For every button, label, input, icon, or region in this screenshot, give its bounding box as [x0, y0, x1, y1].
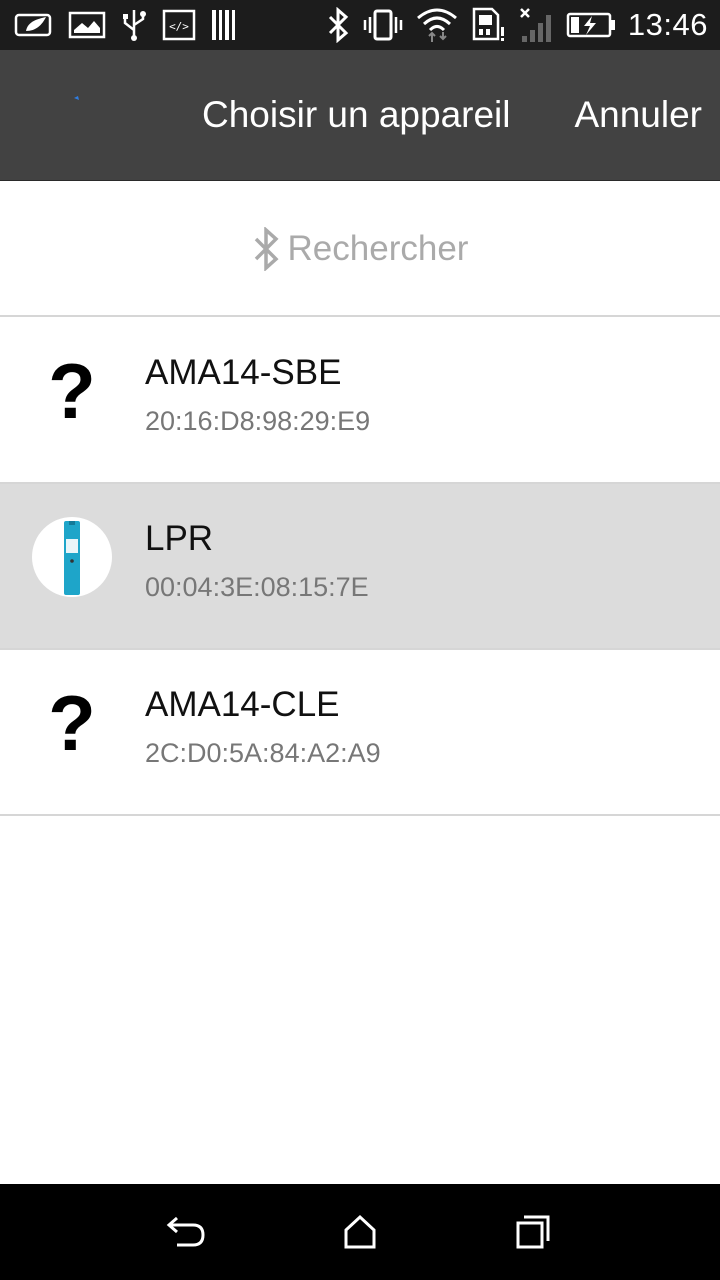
svg-text:</>: </> [169, 20, 189, 33]
recent-apps-button[interactable] [503, 1202, 563, 1262]
barcode-icon [210, 8, 240, 42]
battery-charging-icon [566, 11, 616, 39]
no-signal-icon [518, 6, 554, 44]
list-item-device[interactable]: ? AMA14-CLE 2C:D0:5A:84:A2:A9 [0, 650, 720, 816]
bluetooth-icon [252, 226, 280, 271]
device-mac-address: 2C:D0:5A:84:A2:A9 [145, 738, 381, 768]
wifi-icon [416, 6, 458, 44]
action-bar: Choisir un appareil Annuler [0, 50, 720, 181]
search-button[interactable]: Rechercher [0, 182, 720, 317]
home-button[interactable] [330, 1202, 390, 1262]
device-mac-address: 00:04:3E:08:15:7E [145, 572, 369, 602]
vibrate-icon [362, 8, 404, 42]
usb-icon [120, 8, 148, 42]
back-button[interactable] [157, 1202, 217, 1262]
list-item-device[interactable]: ? AMA14-SBE 20:16:D8:98:29:E9 [0, 318, 720, 484]
device-name: AMA14-CLE [145, 685, 340, 724]
device-thumbnail-icon [32, 517, 112, 597]
image-icon [68, 10, 106, 40]
bluetooth-icon [326, 7, 350, 43]
device-name: LPR [145, 519, 214, 558]
code-icon: </> [162, 9, 196, 41]
page-title: Choisir un appareil [202, 94, 511, 135]
question-mark-icon: ? [48, 347, 96, 435]
device-list: ? AMA14-SBE 20:16:D8:98:29:E9 LPR 00:04:… [0, 318, 720, 816]
leaf-card-icon [14, 11, 54, 39]
loading-spinner-icon [60, 90, 90, 120]
search-label: Rechercher [287, 228, 469, 268]
question-mark-icon: ? [48, 679, 96, 767]
device-mac-address: 20:16:D8:98:29:E9 [145, 406, 371, 436]
status-bar: </> 13:46 [0, 0, 720, 50]
device-name: AMA14-SBE [145, 353, 342, 392]
clock: 13:46 [627, 7, 708, 42]
sim-alert-icon [470, 7, 506, 43]
navigation-bar [0, 1184, 720, 1280]
list-item-device[interactable]: LPR 00:04:3E:08:15:7E [0, 484, 720, 650]
cancel-button[interactable]: Annuler [574, 94, 702, 136]
